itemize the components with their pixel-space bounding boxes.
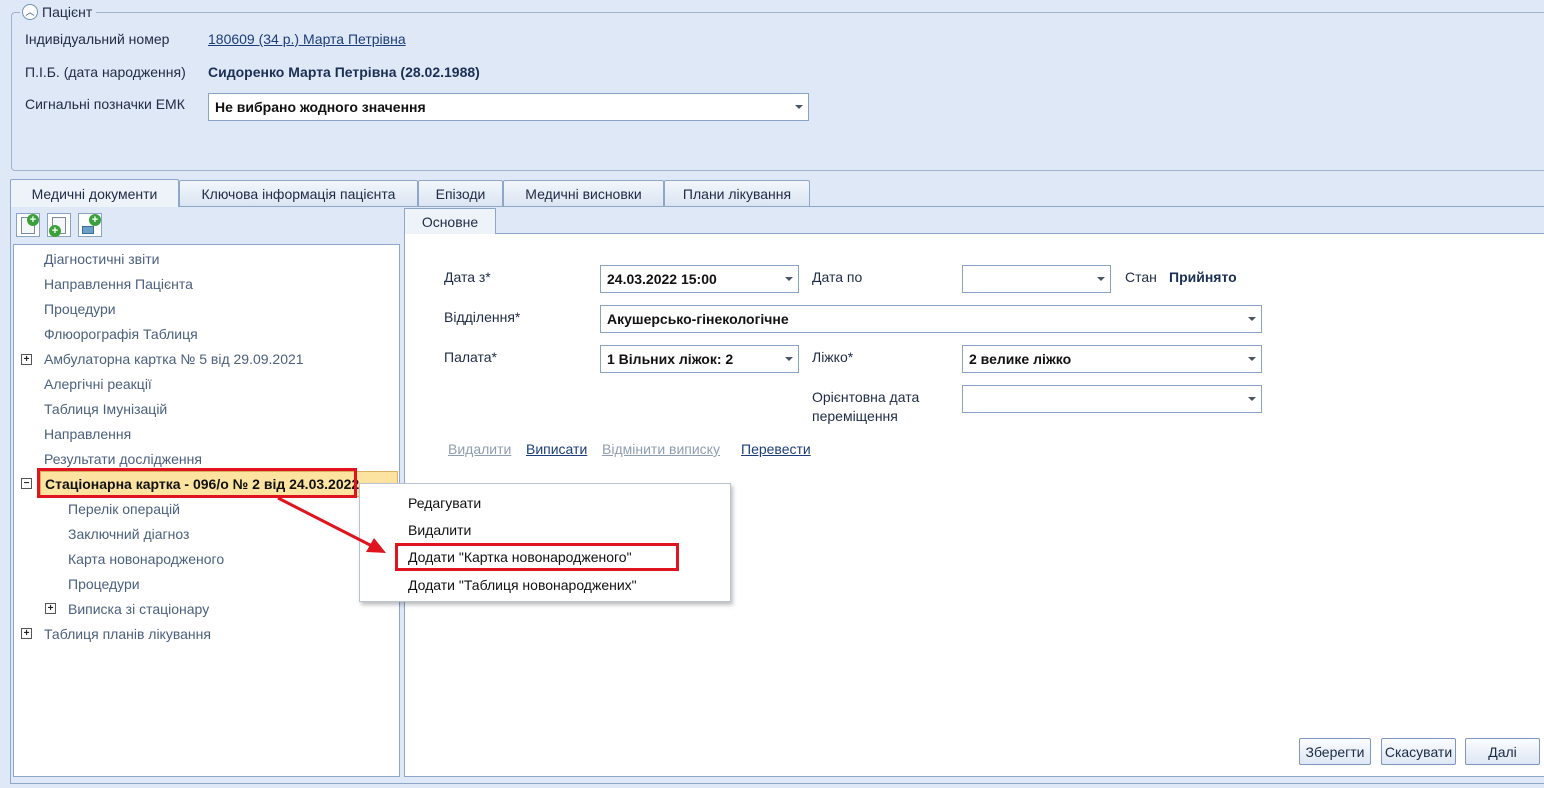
transfer-date-label-line2: переміщення bbox=[812, 408, 898, 424]
flags-select-value: Не вибрано жодного значення bbox=[215, 99, 426, 115]
name-label: П.І.Б. (дата народження) bbox=[25, 64, 186, 80]
date-from-input[interactable]: 24.03.2022 15:00 bbox=[600, 265, 799, 293]
transfer-date-input[interactable] bbox=[962, 385, 1262, 413]
cancel-discharge-link[interactable]: Відмінити виписку bbox=[602, 441, 720, 457]
add-record-button[interactable]: + bbox=[78, 213, 102, 237]
chevron-down-icon[interactable] bbox=[785, 357, 793, 361]
tree-item[interactable]: Перелік операцій bbox=[68, 499, 180, 519]
status-label: Стан bbox=[1125, 269, 1157, 285]
tree-item[interactable]: Алергічні реакції bbox=[44, 374, 152, 394]
tree-item[interactable]: Флюорографія Таблиця bbox=[44, 324, 198, 344]
add-document-button[interactable]: + bbox=[16, 213, 40, 237]
date-to-label: Дата по bbox=[812, 269, 863, 285]
tree-item[interactable]: Виписка зі стаціонару bbox=[68, 599, 209, 619]
expand-icon[interactable]: + bbox=[45, 603, 56, 614]
patient-legend[interactable]: ︿ Пацієнт bbox=[20, 3, 97, 21]
patient-name: Сидоренко Марта Петрівна (28.02.1988) bbox=[208, 64, 480, 80]
plus-icon: + bbox=[49, 225, 61, 237]
delete-link[interactable]: Видалити bbox=[448, 441, 511, 457]
tab-medical-conclusions[interactable]: Медичні висновки bbox=[503, 180, 664, 206]
menu-item-delete[interactable]: Видалити bbox=[408, 518, 471, 542]
chevron-down-icon[interactable] bbox=[795, 105, 803, 109]
bed-value: 2 велике ліжко bbox=[969, 351, 1072, 367]
date-to-input[interactable] bbox=[962, 265, 1111, 293]
department-value: Акушерсько-гінекологічне bbox=[607, 311, 789, 327]
department-label: Відділення* bbox=[444, 309, 521, 325]
tab-label: Ключова інформація пацієнта bbox=[201, 185, 396, 202]
next-button[interactable]: Далі bbox=[1465, 738, 1540, 765]
patient-id-link[interactable]: 180609 (34 р.) Марта Петрівна bbox=[208, 31, 406, 47]
tree-item[interactable]: Таблиця планів лікування bbox=[44, 624, 211, 644]
tree-item[interactable]: Процедури bbox=[44, 299, 116, 319]
tab-label: Основне bbox=[421, 213, 479, 230]
ward-value: 1 Вільних ліжок: 2 bbox=[607, 351, 734, 367]
menu-item-edit[interactable]: Редагувати bbox=[408, 491, 481, 515]
tree-item[interactable]: Результати дослідження bbox=[44, 449, 202, 469]
collapse-up-icon[interactable]: ︿ bbox=[22, 4, 38, 20]
expand-icon[interactable]: + bbox=[21, 628, 32, 639]
date-from-value: 24.03.2022 15:00 bbox=[607, 271, 717, 287]
tab-medical-documents[interactable]: Медичні документи bbox=[10, 179, 179, 207]
chevron-down-icon[interactable] bbox=[1248, 357, 1256, 361]
tab-label: Медичні висновки bbox=[525, 185, 642, 202]
chevron-down-icon[interactable] bbox=[1248, 397, 1256, 401]
tab-label: Епізоди bbox=[435, 185, 486, 202]
flags-label: Сигнальні позначки ЕМК bbox=[25, 96, 185, 112]
tree-item[interactable]: Діагностичні звіти bbox=[44, 249, 159, 269]
tree-item[interactable]: Процедури bbox=[68, 574, 140, 594]
date-from-label: Дата з* bbox=[444, 269, 491, 285]
transfer-link[interactable]: Перевести bbox=[741, 441, 811, 457]
transfer-date-label-line1: Орієнтовна дата bbox=[812, 389, 920, 405]
tree-item[interactable]: Амбулаторна картка № 5 від 29.09.2021 bbox=[44, 349, 304, 369]
ward-select[interactable]: 1 Вільних ліжок: 2 bbox=[600, 345, 799, 373]
save-button-label: Зберегти bbox=[1305, 743, 1365, 760]
tab-main[interactable]: Основне bbox=[404, 208, 496, 234]
plus-icon: + bbox=[27, 214, 39, 226]
menu-item-add-newborn-card[interactable]: Додати "Картка новонародженого" bbox=[408, 545, 632, 569]
discharge-link[interactable]: Виписати bbox=[526, 441, 587, 457]
cancel-button-label: Скасувати bbox=[1384, 743, 1453, 760]
department-select[interactable]: Акушерсько-гінекологічне bbox=[600, 305, 1262, 333]
tree-item[interactable]: Карта новонародженого bbox=[68, 549, 224, 569]
tab-label: Плани лікування bbox=[682, 185, 792, 202]
menu-item-add-newborn-table[interactable]: Додати "Таблиця новонароджених" bbox=[408, 573, 637, 597]
id-label: Індивідуальний номер bbox=[25, 31, 170, 47]
next-button-label: Далі bbox=[1488, 743, 1517, 760]
chevron-down-icon[interactable] bbox=[1248, 317, 1256, 321]
add-record-icon bbox=[82, 226, 94, 234]
collapse-icon[interactable]: − bbox=[21, 478, 32, 489]
add-copy-button[interactable]: + bbox=[47, 213, 71, 237]
tree-item[interactable]: Таблиця Імунізацій bbox=[44, 399, 167, 419]
bed-label: Ліжко* bbox=[812, 349, 854, 365]
save-button[interactable]: Зберегти bbox=[1299, 738, 1371, 765]
cancel-button[interactable]: Скасувати bbox=[1381, 738, 1456, 765]
context-menu: Редагувати Видалити Додати "Картка новон… bbox=[359, 483, 731, 602]
tree-toolbar: + + + bbox=[16, 213, 102, 237]
expand-icon[interactable]: + bbox=[21, 354, 32, 365]
tree-item[interactable]: Заключний діагноз bbox=[68, 524, 189, 544]
tab-key-info[interactable]: Ключова інформація пацієнта bbox=[179, 180, 418, 206]
tree-item-selected[interactable]: Стаціонарна картка - 096/о № 2 від 24.03… bbox=[40, 471, 398, 497]
tab-label: Медичні документи bbox=[31, 185, 158, 202]
chevron-down-icon[interactable] bbox=[1097, 277, 1105, 281]
plus-icon: + bbox=[89, 214, 101, 226]
status-value: Прийнято bbox=[1169, 269, 1237, 285]
patient-legend-label: Пацієнт bbox=[42, 4, 93, 20]
flags-select[interactable]: Не вибрано жодного значення bbox=[208, 93, 809, 121]
tree-item[interactable]: Направлення bbox=[44, 424, 131, 444]
chevron-down-icon[interactable] bbox=[785, 277, 793, 281]
ward-label: Палата* bbox=[444, 349, 497, 365]
tab-treatment-plans[interactable]: Плани лікування bbox=[664, 180, 810, 206]
bed-select[interactable]: 2 велике ліжко bbox=[962, 345, 1262, 373]
tab-episodes[interactable]: Епізоди bbox=[418, 180, 503, 206]
tree-item[interactable]: Направлення Пацієнта bbox=[44, 274, 193, 294]
